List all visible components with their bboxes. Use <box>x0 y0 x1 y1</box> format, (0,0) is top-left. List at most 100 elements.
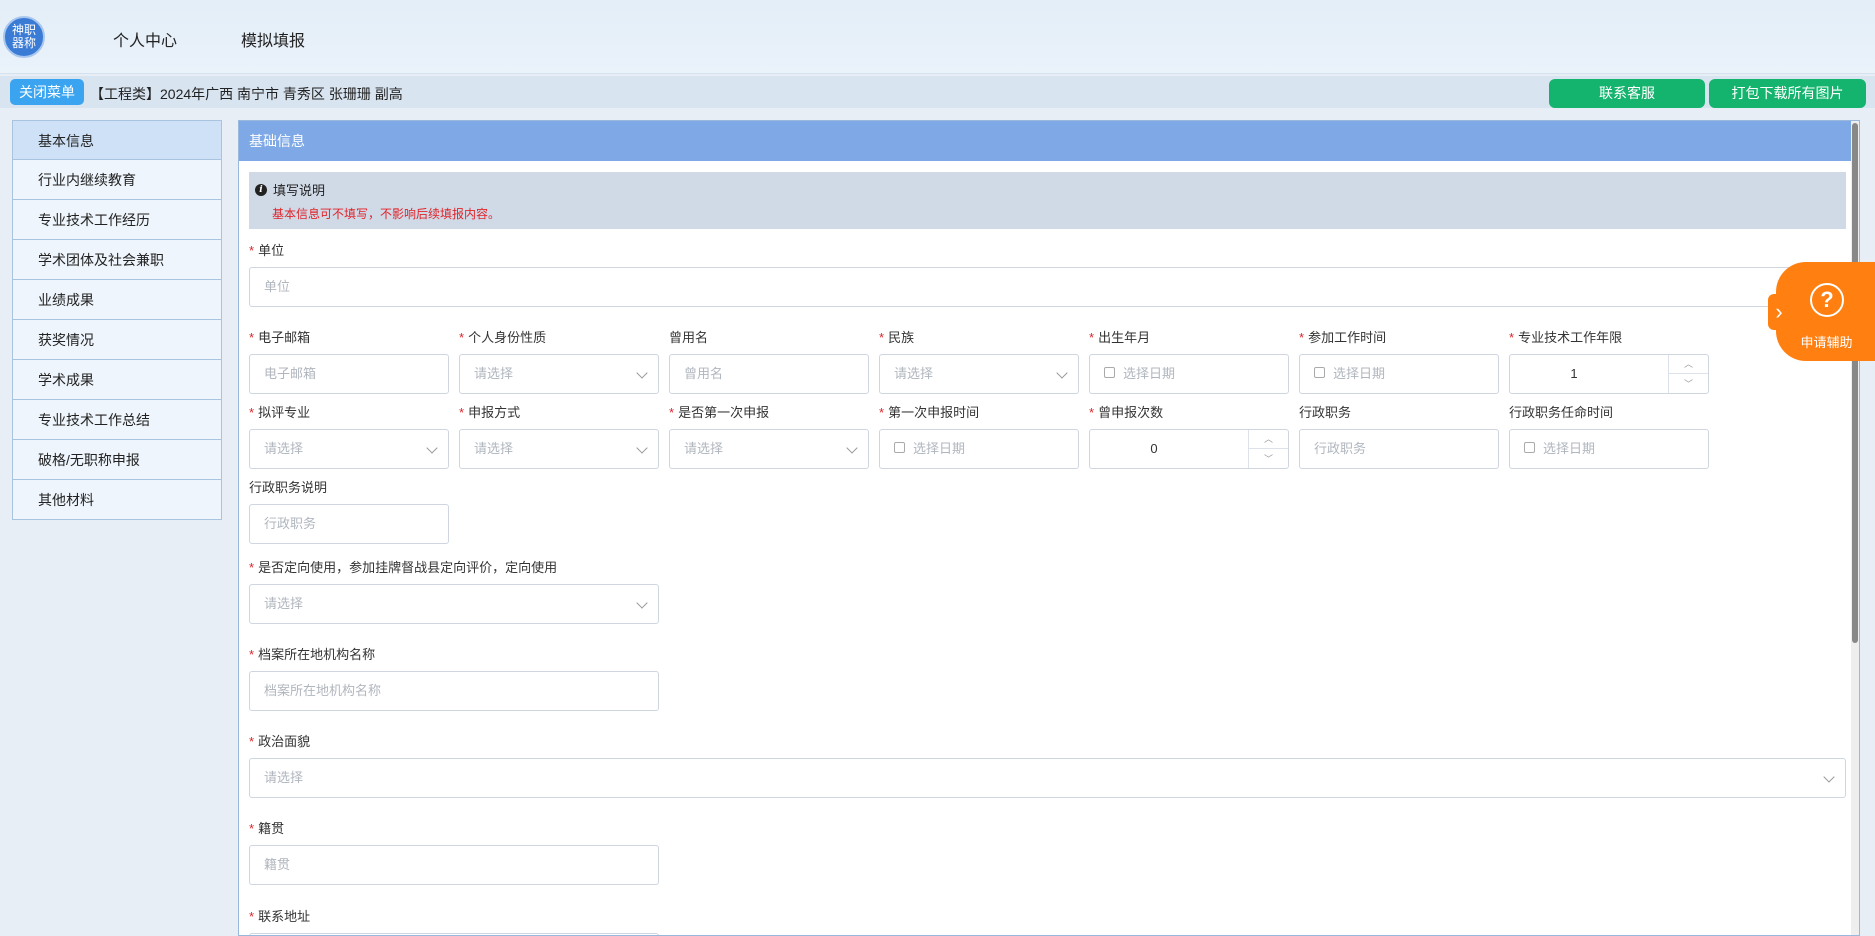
email-input[interactable]: 电子邮箱 <box>249 354 449 394</box>
method-label: 申报方式 <box>468 405 521 420</box>
sidebar-item-basic-info[interactable]: 基本信息 <box>12 120 222 160</box>
native-label: 籍贯 <box>258 821 285 836</box>
major-select[interactable]: 请选择 <box>249 429 449 469</box>
sidebar-item-work-experience[interactable]: 专业技术工作经历 <box>12 200 222 240</box>
admin-date-placeholder: 选择日期 <box>1543 441 1596 456</box>
logo[interactable]: 神职器称 <box>3 16 45 58</box>
apply-assist-button[interactable]: › ? 申请辅助 <box>1768 262 1875 361</box>
years-value: 1 <box>1570 366 1578 381</box>
politics-label: 政治面貌 <box>258 734 311 749</box>
email-label: 电子邮箱 <box>258 330 311 345</box>
work-start-date-picker[interactable]: 选择日期 <box>1299 354 1499 394</box>
sidebar-item-other-materials[interactable]: 其他材料 <box>12 480 222 520</box>
field-method: * 申报方式 请选择 <box>459 404 659 469</box>
calendar-icon <box>894 442 905 454</box>
politics-select[interactable]: 请选择 <box>249 758 1846 798</box>
chevron-down-icon <box>846 442 858 454</box>
chevron-down-icon <box>426 442 438 454</box>
first-date-picker[interactable]: 选择日期 <box>879 429 1079 469</box>
field-first-time: * 是否第一次申报 请选择 <box>669 404 869 469</box>
admin-post-input[interactable]: 行政职务 <box>1299 429 1499 469</box>
close-menu-button[interactable]: 关闭菜单 <box>10 79 84 105</box>
identity-select[interactable]: 请选择 <box>459 354 659 394</box>
count-label: 曾申报次数 <box>1098 405 1164 420</box>
first-time-select[interactable]: 请选择 <box>669 429 869 469</box>
field-email: * 电子邮箱 电子邮箱 <box>249 329 449 394</box>
former-name-label: 曾用名 <box>669 330 709 345</box>
sidebar-item-work-summary[interactable]: 专业技术工作总结 <box>12 400 222 440</box>
unit-label: 单位 <box>258 243 285 258</box>
admin-desc-label: 行政职务说明 <box>249 480 328 495</box>
politics-placeholder: 请选择 <box>264 770 304 785</box>
admin-desc-input[interactable]: 行政职务 <box>249 504 449 544</box>
count-value: 0 <box>1150 441 1158 456</box>
identity-label: 个人身份性质 <box>468 330 547 345</box>
sidebar-item-awards[interactable]: 获奖情况 <box>12 320 222 360</box>
chevron-down-icon <box>1823 771 1835 783</box>
birth-placeholder: 选择日期 <box>1123 366 1176 381</box>
sidebar-item-academic-results[interactable]: 学术成果 <box>12 360 222 400</box>
method-select[interactable]: 请选择 <box>459 429 659 469</box>
contact-service-button[interactable]: 联系客服 <box>1549 79 1705 108</box>
chevron-down-icon <box>636 442 648 454</box>
first-date-label: 第一次申报时间 <box>888 405 980 420</box>
years-label: 专业技术工作年限 <box>1518 330 1623 345</box>
former-name-input[interactable]: 曾用名 <box>669 354 869 394</box>
unit-input[interactable]: 单位 <box>249 267 1846 307</box>
sidebar-item-academic-groups[interactable]: 学术团体及社会兼职 <box>12 240 222 280</box>
sidebar-item-exceptional-application[interactable]: 破格/无职称申报 <box>12 440 222 480</box>
directed-placeholder: 请选择 <box>264 596 304 611</box>
field-admin-desc: 行政职务说明 行政职务 <box>249 479 449 544</box>
admin-date-picker[interactable]: 选择日期 <box>1509 429 1709 469</box>
calendar-icon <box>1524 442 1535 454</box>
ethnicity-select[interactable]: 请选择 <box>879 354 1079 394</box>
field-major: * 拟评专业 请选择 <box>249 404 449 469</box>
sidebar: 基本信息 行业内继续教育 专业技术工作经历 学术团体及社会兼职 业绩成果 获奖情… <box>12 120 222 520</box>
archive-input[interactable]: 档案所在地机构名称 <box>249 671 659 711</box>
scrollbar[interactable] <box>1851 121 1859 935</box>
birth-date-picker[interactable]: 选择日期 <box>1089 354 1289 394</box>
field-identity: * 个人身份性质 请选择 <box>459 329 659 394</box>
directed-select[interactable]: 请选择 <box>249 584 659 624</box>
field-address: * 联系地址 <box>249 908 659 935</box>
decrement-icon[interactable]: ﹀ <box>1669 374 1708 393</box>
field-work-start: * 参加工作时间 选择日期 <box>1299 329 1499 394</box>
chevron-down-icon <box>636 367 648 379</box>
field-years: * 专业技术工作年限 1 ︿ ﹀ <box>1509 329 1709 394</box>
years-stepper-controls: ︿ ﹀ <box>1668 355 1708 393</box>
field-politics: * 政治面貌 请选择 <box>249 733 1846 798</box>
ethnicity-label: 民族 <box>888 330 915 345</box>
archive-label: 档案所在地机构名称 <box>258 647 376 662</box>
field-count: * 曾申报次数 0 ︿ ﹀ <box>1089 404 1289 469</box>
download-all-images-button[interactable]: 打包下载所有图片 <box>1709 79 1866 108</box>
address-label: 联系地址 <box>258 909 311 924</box>
sidebar-item-achievements[interactable]: 业绩成果 <box>12 280 222 320</box>
notice-box: i 填写说明 基本信息可不填写，不影响后续填报内容。 <box>249 172 1846 229</box>
ethnicity-placeholder: 请选择 <box>894 366 934 381</box>
decrement-icon[interactable]: ﹀ <box>1249 449 1288 468</box>
sidebar-item-continuing-education[interactable]: 行业内继续教育 <box>12 160 222 200</box>
chevron-down-icon <box>636 597 648 609</box>
field-native: * 籍贯 籍贯 <box>249 820 659 885</box>
directed-label: 是否定向使用，参加挂牌督战县定向评价，定向使用 <box>258 560 558 575</box>
panel-title: 基础信息 <box>239 121 1851 161</box>
field-first-date: * 第一次申报时间 选择日期 <box>879 404 1079 469</box>
first-date-placeholder: 选择日期 <box>913 441 966 456</box>
nav-personal-center[interactable]: 个人中心 <box>113 27 177 51</box>
scrollbar-thumb[interactable] <box>1852 123 1858 643</box>
question-circle-icon: ? <box>1810 283 1844 317</box>
first-time-label: 是否第一次申报 <box>678 405 770 420</box>
calendar-icon <box>1314 367 1325 379</box>
field-unit: * 单位 单位 <box>249 242 1846 307</box>
major-label: 拟评专业 <box>258 405 311 420</box>
nav-simulate-fill[interactable]: 模拟填报 <box>241 27 305 51</box>
field-admin-date: 行政职务任命时间 选择日期 <box>1509 404 1709 469</box>
identity-placeholder: 请选择 <box>474 366 514 381</box>
field-ethnicity: * 民族 请选择 <box>879 329 1079 394</box>
admin-date-label: 行政职务任命时间 <box>1509 405 1614 420</box>
count-stepper[interactable]: 0 ︿ ﹀ <box>1089 429 1289 469</box>
breadcrumb: 【工程类】2024年广西 南宁市 青秀区 张珊珊 副高 <box>90 86 403 102</box>
chevron-right-icon[interactable]: › <box>1768 294 1790 330</box>
years-stepper[interactable]: 1 ︿ ﹀ <box>1509 354 1709 394</box>
native-input[interactable]: 籍贯 <box>249 845 659 885</box>
